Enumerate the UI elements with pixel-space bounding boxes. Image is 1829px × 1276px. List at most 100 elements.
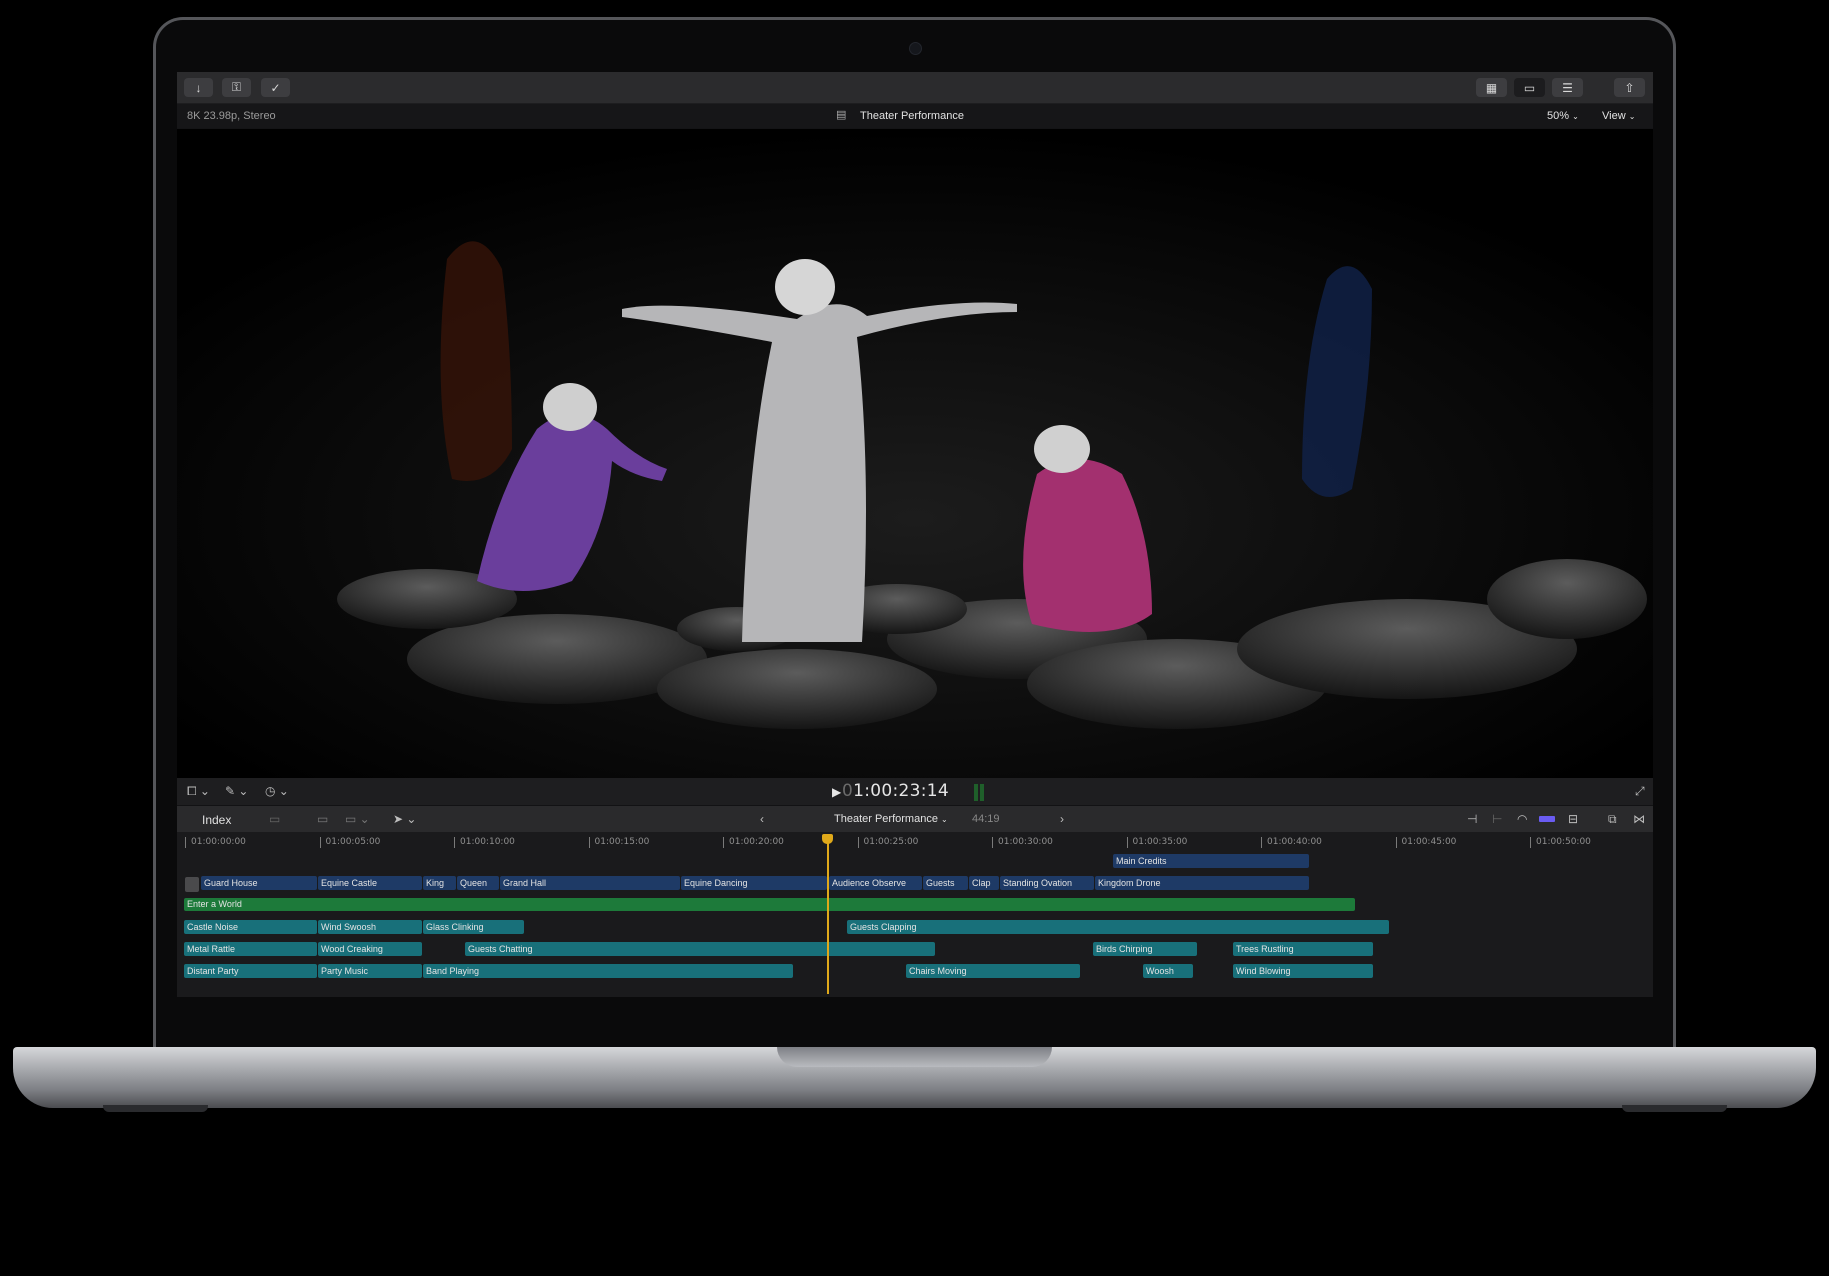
laptop-notch bbox=[777, 1047, 1052, 1067]
timeline-tracks[interactable]: Main Credits Guard House Equine Castle K… bbox=[177, 852, 1653, 997]
overwrite-clip-icon[interactable]: ▭ ⌄ bbox=[345, 812, 370, 826]
insert-clip-icon[interactable]: ▭ bbox=[317, 812, 328, 826]
ruler-tick bbox=[319, 837, 321, 848]
fullscreen-icon[interactable]: ⤢ bbox=[1635, 784, 1645, 799]
audio-meter-right bbox=[980, 784, 984, 801]
ruler-tick-label: 01:00:05:00 bbox=[325, 837, 381, 847]
primary-clip[interactable]: Audience Observe bbox=[829, 876, 922, 890]
playhead[interactable] bbox=[827, 836, 829, 994]
keywords-button[interactable]: ⚿ bbox=[222, 78, 251, 97]
laptop-foot-right bbox=[1622, 1105, 1727, 1112]
select-tool-icon[interactable]: ➤ ⌄ bbox=[393, 812, 416, 826]
view-menu[interactable]: View ⌄ bbox=[1602, 110, 1635, 122]
zoom-menu[interactable]: 50% ⌄ bbox=[1547, 110, 1579, 122]
audio-clip[interactable]: Chairs Moving bbox=[906, 964, 1080, 978]
primary-clip[interactable]: Grand Hall bbox=[500, 876, 680, 890]
audio-clip[interactable]: Band Playing bbox=[423, 964, 793, 978]
primary-clip[interactable]: Equine Castle bbox=[318, 876, 422, 890]
ruler-tick bbox=[185, 837, 186, 848]
chevron-down-icon: ⌄ bbox=[941, 815, 948, 824]
primary-clip[interactable]: Guard House bbox=[201, 876, 317, 890]
audio-clip[interactable]: Birds Chirping bbox=[1093, 942, 1197, 956]
primary-clip[interactable]: Clap bbox=[969, 876, 999, 890]
playhead-handle[interactable] bbox=[822, 834, 833, 844]
ruler-tick bbox=[1261, 837, 1262, 848]
audio-clip[interactable]: Wind Blowing bbox=[1233, 964, 1373, 978]
primary-clip[interactable]: Queen bbox=[457, 876, 499, 890]
audio-clip[interactable]: Guests Clapping bbox=[847, 920, 1389, 934]
primary-clip[interactable]: Standing Ovation bbox=[1000, 876, 1094, 890]
app-window: ↓ ⚿ ✓ ▦ ▭ ☰ ⇧ 8K 23.98p, Stereo ▤ Theate… bbox=[177, 72, 1653, 997]
ruler-tick-label: 01:00:50:00 bbox=[1536, 837, 1591, 847]
audio-clip[interactable]: Woosh bbox=[1143, 964, 1193, 978]
inspector-toggle[interactable]: ☰ bbox=[1552, 78, 1583, 97]
ruler-tick-label: 01:00:35:00 bbox=[1132, 837, 1188, 847]
clip-appearance-icon[interactable]: ⊟ bbox=[1568, 812, 1578, 826]
ruler-tick bbox=[588, 837, 590, 848]
audio-clip[interactable]: Trees Rustling bbox=[1233, 942, 1373, 956]
timeline-icon: ▭ bbox=[1523, 80, 1536, 95]
grid-icon: ▦ bbox=[1485, 80, 1498, 95]
ruler-tick bbox=[454, 837, 455, 848]
ruler-tick bbox=[857, 837, 859, 848]
audio-clip[interactable]: Guests Chatting bbox=[465, 942, 935, 956]
background-tasks-button[interactable]: ✓ bbox=[261, 78, 290, 97]
project-duration: 44:19 bbox=[972, 813, 1000, 825]
timeline-ruler[interactable]: 01:00:00:00 01:00:05:00 01:00:10:00 01:00:1… bbox=[177, 832, 1653, 852]
audio-clip[interactable]: Wood Creaking bbox=[318, 942, 422, 956]
key-icon: ⚿ bbox=[231, 80, 242, 94]
browser-toggle[interactable]: ▦ bbox=[1476, 78, 1507, 97]
primary-clip[interactable]: Kingdom Drone bbox=[1095, 876, 1309, 890]
solo-icon[interactable]: ◠ bbox=[1517, 812, 1527, 826]
format-label: 8K 23.98p, Stereo bbox=[187, 110, 276, 122]
audio-clip[interactable]: Castle Noise bbox=[184, 920, 317, 934]
index-button[interactable]: Index bbox=[202, 813, 231, 827]
ruler-tick-label: 01:00:20:00 bbox=[729, 837, 784, 847]
main-toolbar: ↓ ⚿ ✓ ▦ ▭ ☰ ⇧ bbox=[177, 72, 1653, 104]
share-button[interactable]: ⇧ bbox=[1614, 78, 1645, 97]
ruler-tick-label: 01:00:40:00 bbox=[1267, 837, 1322, 847]
ruler-tick bbox=[992, 837, 993, 848]
play-icon[interactable]: ▶ bbox=[832, 785, 841, 799]
transitions-browser-icon[interactable]: ⋈ bbox=[1633, 812, 1645, 826]
audio-clip[interactable]: Distant Party bbox=[184, 964, 317, 978]
chevron-down-icon: ⌄ bbox=[1628, 112, 1636, 121]
viewer-info-bar: 8K 23.98p, Stereo ▤ Theater Performance … bbox=[177, 104, 1653, 128]
snapping-icon[interactable] bbox=[1539, 816, 1555, 822]
forward-arrow-icon[interactable]: › bbox=[1060, 812, 1064, 826]
audio-clip[interactable]: Party Music bbox=[318, 964, 422, 978]
enhance-tool-icon[interactable]: ✎ ⌄ bbox=[225, 784, 248, 798]
back-arrow-icon[interactable]: ‹ bbox=[760, 812, 764, 826]
audio-meter-left bbox=[974, 784, 978, 801]
transform-tool-icon[interactable]: ⧠ ⌄ bbox=[187, 784, 210, 799]
primary-clip[interactable]: Guests bbox=[923, 876, 968, 890]
timeline-project-menu[interactable]: Theater Performance ⌄ bbox=[834, 813, 948, 825]
skimming-icon[interactable]: ⊣ bbox=[1467, 812, 1477, 826]
ruler-tick bbox=[1530, 837, 1531, 848]
primary-clip[interactable]: King bbox=[423, 876, 456, 890]
effects-browser-icon[interactable]: ⧉ bbox=[1608, 812, 1617, 827]
audio-clip[interactable]: Glass Clinking bbox=[423, 920, 524, 934]
share-icon: ⇧ bbox=[1624, 80, 1635, 95]
audio-skimming-icon[interactable]: ⊢ bbox=[1492, 812, 1502, 826]
viewer-frame-image bbox=[177, 129, 1653, 778]
ruler-tick-label: 01:00:15:00 bbox=[594, 837, 650, 847]
ruler-tick-label: 01:00:00:00 bbox=[191, 837, 246, 847]
music-clip[interactable]: Enter a World bbox=[184, 898, 1355, 911]
timeline-toggle[interactable]: ▭ bbox=[1514, 78, 1545, 97]
chevron-down-icon: ⌄ bbox=[1572, 112, 1579, 121]
video-viewer[interactable] bbox=[177, 129, 1653, 778]
import-button[interactable]: ↓ bbox=[184, 78, 213, 97]
project-title: Theater Performance bbox=[860, 110, 964, 122]
speed-tool-icon[interactable]: ◷ ⌄ bbox=[265, 784, 289, 798]
primary-clip[interactable]: Equine Dancing bbox=[681, 876, 827, 890]
audio-clip[interactable]: Wind Swoosh bbox=[318, 920, 422, 934]
timecode-display[interactable]: 01:00:23:14 bbox=[842, 781, 949, 801]
connect-clip-icon[interactable]: ▭ bbox=[269, 812, 280, 826]
gap-clip[interactable] bbox=[185, 877, 199, 892]
checkmark-circle-icon: ✓ bbox=[270, 80, 281, 95]
audio-clip[interactable]: Metal Rattle bbox=[184, 942, 317, 956]
laptop-foot-left bbox=[103, 1105, 208, 1112]
camera-icon bbox=[909, 42, 922, 55]
title-clip[interactable]: Main Credits bbox=[1113, 854, 1309, 868]
